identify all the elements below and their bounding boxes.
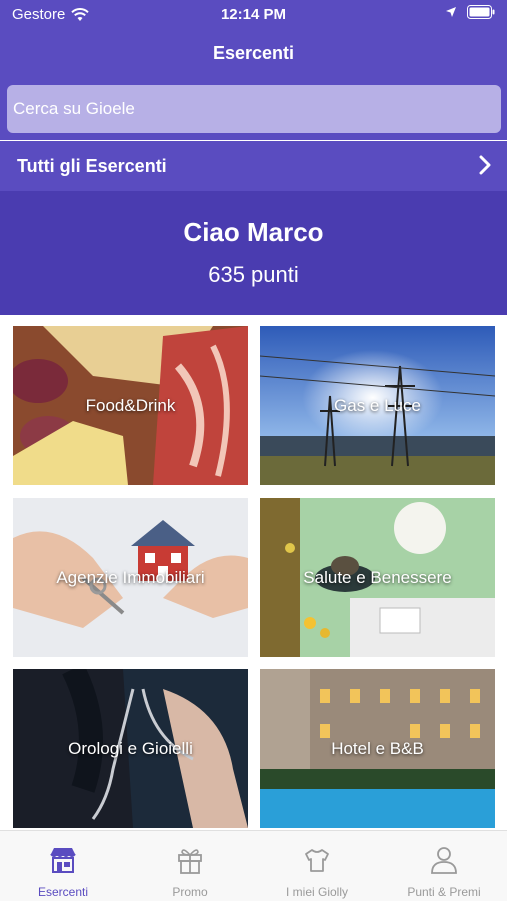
all-merchants-row[interactable]: Tutti gli Esercenti [0, 141, 507, 191]
shop-icon [50, 848, 76, 873]
page-title: Esercenti [212, 43, 295, 63]
greeting-name: Ciao Marco [183, 217, 324, 247]
category-tile-orologi-gioielli[interactable]: Orologi e Gioielli [13, 669, 248, 828]
tab-label: I miei Giolly [285, 885, 348, 899]
category-tile-hotel-bb[interactable]: Hotel e B&B [260, 669, 495, 828]
tab-miei-giolly[interactable]: I miei Giolly [254, 831, 380, 901]
tab-esercenti[interactable]: Esercenti [0, 831, 126, 901]
search-input[interactable] [7, 85, 501, 133]
user-icon [431, 847, 457, 874]
gift-icon [178, 849, 202, 874]
category-label: Gas e Luce [334, 395, 421, 415]
status-bar: Gestore 12:14 PM [0, 0, 507, 30]
tab-punti-premi[interactable]: Punti & Premi [381, 831, 507, 901]
all-merchants-label: Tutti gli Esercenti [17, 156, 167, 176]
category-label: Hotel e B&B [331, 738, 424, 758]
battery-icon [467, 5, 495, 19]
tab-label: Punti & Premi [407, 885, 481, 899]
points-balance: 635 punti [208, 262, 299, 287]
shirt-icon [305, 849, 329, 872]
location-arrow-icon [446, 7, 456, 17]
tab-promo[interactable]: Promo [127, 831, 253, 901]
category-tile-food-drink[interactable]: Food&Drink [13, 326, 248, 485]
status-right [445, 5, 495, 19]
category-label: Salute e Benessere [303, 567, 452, 587]
tab-label: Esercenti [37, 885, 89, 899]
category-label: Orologi e Gioielli [68, 738, 193, 758]
category-label: Food&Drink [85, 395, 176, 415]
category-tile-agenzie-immobiliari[interactable]: Agenzie Immobiliari [13, 498, 248, 657]
greeting-banner: Ciao Marco 635 punti [0, 191, 507, 315]
tab-bar: Esercenti Promo I miei Giolly Punti & Pr… [0, 830, 507, 901]
status-time: 12:14 PM [220, 6, 287, 23]
tab-label: Promo [172, 885, 208, 899]
category-tile-salute-benessere[interactable]: Salute e Benessere [260, 498, 495, 657]
nav-bar: Esercenti [0, 30, 507, 78]
chevron-right-icon [479, 155, 491, 175]
category-tile-gas-luce[interactable]: Gas e Luce [260, 326, 495, 485]
category-label: Agenzie Immobiliari [56, 567, 205, 587]
search-bar [0, 78, 507, 140]
